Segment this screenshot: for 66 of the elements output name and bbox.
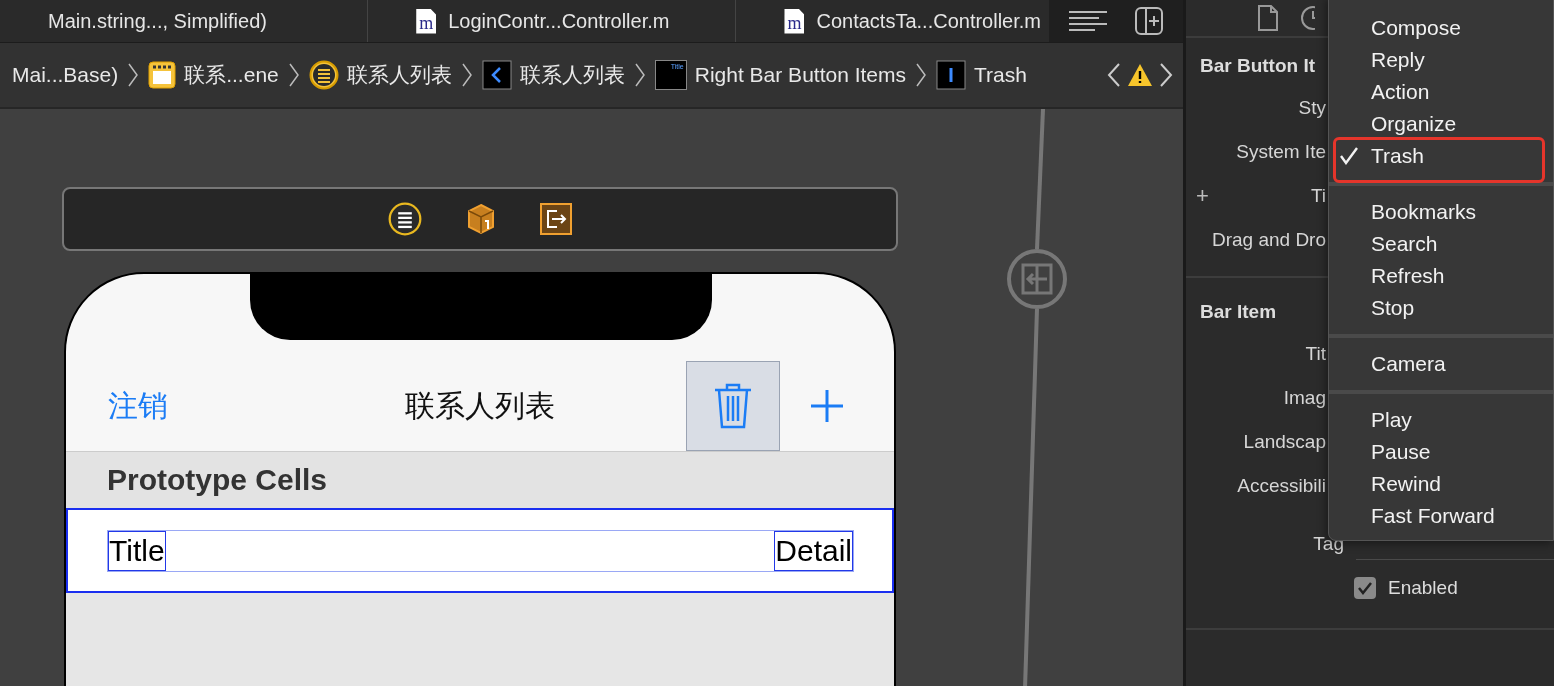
editor-tab[interactable]: Main.string..., Simplified) bbox=[0, 0, 369, 42]
add-editor-icon[interactable] bbox=[1135, 7, 1163, 35]
menu-item[interactable]: Rewind bbox=[1329, 468, 1553, 500]
menu-item[interactable]: Action bbox=[1329, 76, 1553, 108]
breadcrumb-item[interactable]: 联系...ene bbox=[184, 61, 279, 89]
breadcrumb-item[interactable]: 联系人列表 bbox=[519, 61, 625, 89]
menu-item[interactable]: Search bbox=[1329, 228, 1553, 260]
menu-item[interactable]: Compose bbox=[1329, 12, 1553, 44]
chevron-icon bbox=[288, 63, 299, 87]
plus-icon bbox=[809, 388, 845, 424]
menu-item[interactable]: Fast Forward bbox=[1329, 500, 1553, 532]
file-icon[interactable] bbox=[1258, 5, 1278, 31]
menu-item[interactable]: Play bbox=[1329, 404, 1553, 436]
section-title: Bar Item bbox=[1200, 300, 1277, 324]
checkbox-label: Enabled bbox=[1388, 577, 1458, 599]
menu-item[interactable]: Pause bbox=[1329, 436, 1553, 468]
chevron-icon bbox=[461, 63, 472, 87]
prototype-cell[interactable]: Title Detail bbox=[66, 508, 894, 593]
menu-item[interactable]: Stop bbox=[1329, 292, 1553, 324]
logout-button[interactable]: 注销 bbox=[108, 385, 168, 427]
cell-title-label: Title bbox=[108, 530, 166, 571]
breadcrumb-item[interactable]: Trash bbox=[974, 63, 1027, 87]
chevron-icon bbox=[128, 63, 139, 87]
menu-item[interactable]: Refresh bbox=[1329, 260, 1553, 292]
back-chevron-icon bbox=[481, 60, 512, 90]
bar-button-icon bbox=[936, 60, 966, 90]
lines-icon[interactable] bbox=[1069, 10, 1107, 32]
cell-detail-label: Detail bbox=[774, 530, 853, 571]
file-badge-icon: m bbox=[416, 8, 437, 34]
editor-tab[interactable]: m LoginContr...Controller.m bbox=[368, 0, 737, 42]
field-label: Drag and Dro bbox=[1210, 229, 1326, 251]
field-label: Ti bbox=[1309, 185, 1326, 207]
chevron-icon bbox=[916, 63, 926, 87]
field-label: Imag bbox=[1282, 387, 1326, 409]
file-badge-icon: m bbox=[784, 8, 805, 34]
field-label: Tag bbox=[1312, 533, 1344, 555]
field-label: Landscap bbox=[1242, 431, 1326, 453]
menu-item[interactable]: Reply bbox=[1329, 44, 1553, 76]
section-header: Prototype Cells bbox=[66, 452, 894, 508]
cube-icon[interactable] bbox=[466, 203, 496, 235]
breadcrumb-item[interactable]: 联系人列表 bbox=[346, 61, 452, 89]
breadcrumb-item[interactable]: Mai...Base) bbox=[12, 63, 119, 87]
list-circle-icon bbox=[308, 60, 339, 90]
field-label: Sty bbox=[1297, 97, 1326, 119]
section-title: Bar Button It bbox=[1200, 54, 1316, 78]
editor-tab[interactable]: m ContactsTa...Controller.m bbox=[736, 0, 1049, 42]
trash-bar-button[interactable] bbox=[686, 361, 780, 451]
exit-icon[interactable] bbox=[540, 203, 572, 235]
checkmark-icon bbox=[1339, 147, 1359, 165]
chevron-icon bbox=[634, 63, 645, 87]
list-circle-icon[interactable] bbox=[388, 202, 422, 236]
menu-item[interactable]: Organize bbox=[1329, 108, 1553, 140]
warning-icon[interactable] bbox=[1127, 63, 1153, 87]
field-label: Tit bbox=[1304, 343, 1326, 365]
field-label: Accessibili bbox=[1236, 475, 1326, 497]
clock-icon[interactable] bbox=[1300, 5, 1315, 31]
add-button[interactable]: + bbox=[1186, 183, 1214, 209]
navigation-title: 联系人列表 bbox=[405, 387, 555, 423]
menu-item[interactable]: Trash bbox=[1336, 140, 1542, 172]
menu-item[interactable]: Camera bbox=[1329, 348, 1553, 380]
trash-icon bbox=[713, 383, 753, 429]
enabled-checkbox[interactable] bbox=[1354, 577, 1376, 599]
menu-item[interactable]: Bookmarks bbox=[1329, 196, 1553, 228]
scene-icon bbox=[148, 61, 177, 89]
breadcrumb-item[interactable]: Right Bar Button Items bbox=[694, 63, 906, 87]
field-label: System Ite bbox=[1235, 141, 1326, 163]
